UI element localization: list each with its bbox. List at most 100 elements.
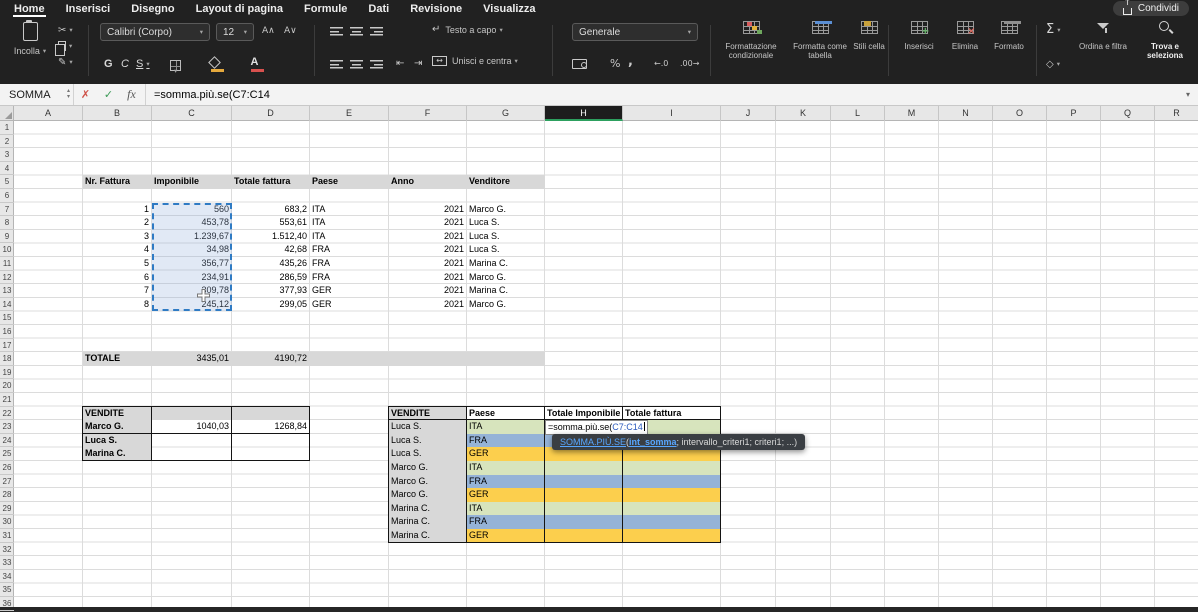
cell-G11[interactable]: Marina C.: [469, 257, 542, 271]
row-header-35[interactable]: 35: [0, 583, 14, 597]
cell-D8[interactable]: 553,61: [234, 216, 307, 230]
cell-F11[interactable]: 2021: [391, 257, 464, 271]
row-header-33[interactable]: 33: [0, 556, 14, 570]
cell-G27[interactable]: FRA: [469, 475, 542, 489]
row-header-30[interactable]: 30: [0, 515, 14, 529]
insert-cells-button[interactable]: Inserisci: [896, 21, 942, 51]
format-painter-button[interactable]: ✎: [58, 54, 73, 70]
row-header-13[interactable]: 13: [0, 284, 14, 298]
column-header-H[interactable]: H: [545, 106, 623, 121]
column-header-A[interactable]: A: [14, 106, 83, 121]
currency-format-icon[interactable]: [572, 59, 587, 69]
tab-layout-di-pagina[interactable]: Layout di pagina: [195, 2, 284, 17]
row-header-16[interactable]: 16: [0, 325, 14, 339]
name-box[interactable]: SOMMA ▴▾: [0, 84, 74, 105]
cell-C23[interactable]: 1040,03: [154, 420, 229, 434]
column-header-G[interactable]: G: [467, 106, 545, 121]
cell-E5[interactable]: Paese: [312, 175, 386, 189]
row-header-26[interactable]: 26: [0, 461, 14, 475]
tab-disegno[interactable]: Disegno: [130, 2, 175, 17]
row-header-36[interactable]: 36: [0, 597, 14, 611]
format-cells-button[interactable]: Formato: [988, 21, 1030, 51]
cell-F8[interactable]: 2021: [391, 216, 464, 230]
delete-cells-button[interactable]: Elimina: [944, 21, 986, 51]
number-format-dropdown[interactable]: Generale: [572, 23, 698, 41]
column-header-N[interactable]: N: [939, 106, 993, 121]
cell-B8[interactable]: 2: [85, 216, 149, 230]
column-header-R[interactable]: R: [1155, 106, 1198, 121]
cell-B14[interactable]: 8: [85, 298, 149, 312]
sort-filter-button[interactable]: Ordina e filtra: [1076, 21, 1130, 51]
cell-B25[interactable]: Marina C.: [85, 447, 149, 461]
name-box-stepper[interactable]: ▴▾: [67, 88, 70, 100]
align-top-icon[interactable]: [330, 26, 343, 36]
paste-button[interactable]: Incolla: [12, 22, 48, 56]
cell-F9[interactable]: 2021: [391, 230, 464, 244]
row-header-5[interactable]: 5: [0, 175, 14, 189]
row-header-15[interactable]: 15: [0, 311, 14, 325]
conditional-formatting-button[interactable]: Formattazione condizionale: [716, 21, 786, 60]
cell-F23[interactable]: Luca S.: [391, 420, 464, 434]
row-header-12[interactable]: 12: [0, 271, 14, 285]
cell-G7[interactable]: Marco G.: [469, 203, 542, 217]
row-header-14[interactable]: 14: [0, 298, 14, 312]
cell-G30[interactable]: FRA: [469, 515, 542, 529]
insert-function-icon[interactable]: fx: [120, 87, 143, 102]
row-header-17[interactable]: 17: [0, 339, 14, 353]
cell-C5[interactable]: Imponibile: [154, 175, 229, 189]
row-header-6[interactable]: 6: [0, 189, 14, 203]
cell-G9[interactable]: Luca S.: [469, 230, 542, 244]
font-color-icon[interactable]: A: [248, 56, 261, 72]
cell-D7[interactable]: 683,2: [234, 203, 307, 217]
copy-button[interactable]: [58, 38, 73, 54]
cell-B22[interactable]: VENDITE: [85, 407, 149, 421]
cell-F5[interactable]: Anno: [391, 175, 464, 189]
fill-color-icon[interactable]: [208, 58, 221, 72]
align-right-icon[interactable]: [370, 59, 383, 69]
tab-inserisci[interactable]: Inserisci: [65, 2, 112, 17]
row-header-9[interactable]: 9: [0, 230, 14, 244]
tab-formule[interactable]: Formule: [303, 2, 348, 17]
cell-G14[interactable]: Marco G.: [469, 298, 542, 312]
cell-D11[interactable]: 435,26: [234, 257, 307, 271]
cell-E10[interactable]: FRA: [312, 243, 386, 257]
decrease-font-size-icon[interactable]: A∨: [284, 26, 297, 36]
increase-indent-icon[interactable]: ⇥: [414, 58, 422, 69]
row-header-7[interactable]: 7: [0, 203, 14, 217]
cell-F26[interactable]: Marco G.: [391, 461, 464, 475]
row-header-31[interactable]: 31: [0, 529, 14, 543]
tab-revisione[interactable]: Revisione: [409, 2, 463, 17]
cell-F27[interactable]: Marco G.: [391, 475, 464, 489]
column-header-C[interactable]: C: [152, 106, 232, 121]
cell-G12[interactable]: Marco G.: [469, 271, 542, 285]
cell-E7[interactable]: ITA: [312, 203, 386, 217]
cancel-entry-icon[interactable]: ✗: [74, 88, 97, 101]
cell-F10[interactable]: 2021: [391, 243, 464, 257]
comma-style-icon[interactable]: ,: [628, 54, 633, 69]
cell-G8[interactable]: Luca S.: [469, 216, 542, 230]
merge-center-button[interactable]: ↔ Unisci e centra: [432, 56, 518, 66]
column-header-I[interactable]: I: [623, 106, 721, 121]
cell-G10[interactable]: Luca S.: [469, 243, 542, 257]
wrap-text-button[interactable]: ↵ Testo a capo: [432, 24, 503, 35]
row-header-11[interactable]: 11: [0, 257, 14, 271]
cell-E12[interactable]: FRA: [312, 271, 386, 285]
cell-F25[interactable]: Luca S.: [391, 447, 464, 461]
column-header-Q[interactable]: Q: [1101, 106, 1155, 121]
underline-button[interactable]: S: [136, 58, 150, 70]
column-header-M[interactable]: M: [885, 106, 939, 121]
row-header-3[interactable]: 3: [0, 148, 14, 162]
column-header-D[interactable]: D: [232, 106, 310, 121]
tab-home[interactable]: Home: [13, 2, 46, 17]
cell-F14[interactable]: 2021: [391, 298, 464, 312]
align-center-icon[interactable]: [350, 59, 363, 69]
cell-F7[interactable]: 2021: [391, 203, 464, 217]
formula-bar-expand-icon[interactable]: ▾: [1178, 90, 1198, 99]
formula-input[interactable]: =somma.più.se(C7:C14: [146, 89, 1178, 101]
column-header-O[interactable]: O: [993, 106, 1047, 121]
cell-E11[interactable]: FRA: [312, 257, 386, 271]
cell-B24[interactable]: Luca S.: [85, 434, 149, 448]
column-header-P[interactable]: P: [1047, 106, 1101, 121]
row-header-28[interactable]: 28: [0, 488, 14, 502]
row-header-27[interactable]: 27: [0, 475, 14, 489]
